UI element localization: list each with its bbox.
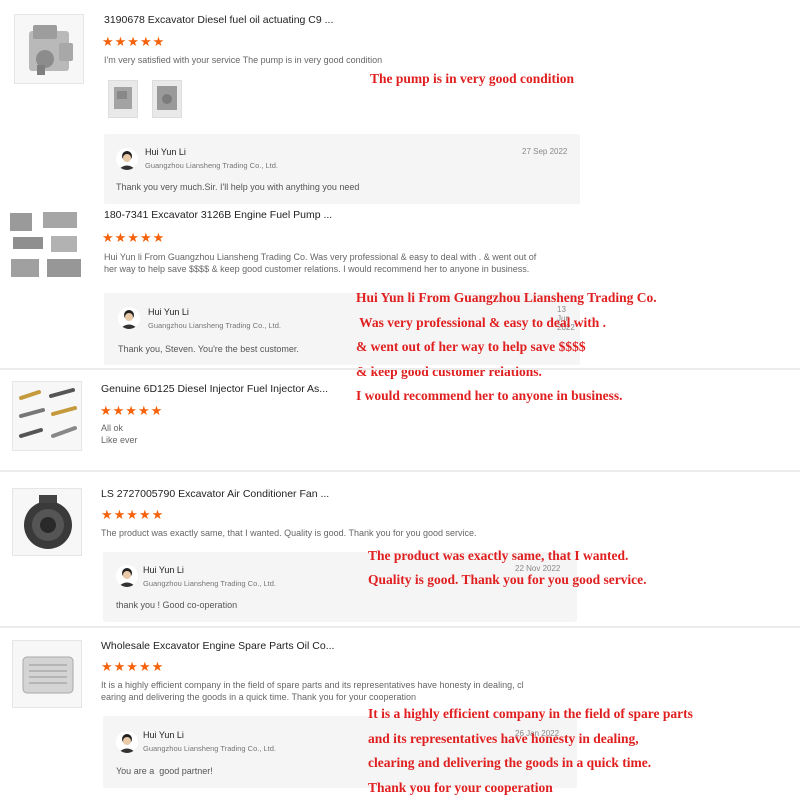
product-image[interactable]	[7, 209, 85, 283]
review-text: I'm very satisfied with your service The…	[104, 55, 383, 65]
seller-name: Hui Yun Li	[143, 730, 184, 740]
divider	[0, 368, 800, 370]
reply-message: Thank you very much.Sir. I'll help you w…	[116, 182, 360, 192]
seller-company: Guangzhou Liansheng Trading Co., Ltd.	[148, 321, 282, 330]
rating-stars: ★★★★★	[101, 659, 165, 674]
seller-name: Hui Yun Li	[143, 565, 184, 575]
divider	[0, 626, 800, 628]
annotation-note: Hui Yun li From Guangzhou Liansheng Trad…	[356, 290, 657, 403]
rating-stars: ★★★★★	[102, 230, 166, 245]
seller-company: Guangzhou Liansheng Trading Co., Ltd.	[143, 744, 277, 753]
product-image[interactable]	[12, 640, 82, 708]
product-image[interactable]	[14, 14, 84, 84]
seller-name: Hui Yun Li	[145, 147, 186, 157]
divider	[0, 470, 800, 472]
product-image[interactable]	[12, 488, 82, 556]
review-text: The product was exactly same, that I wan…	[101, 528, 477, 538]
seller-name: Hui Yun Li	[148, 307, 189, 317]
annotation-note: The product was exactly same, that I wan…	[368, 548, 647, 587]
reply-message: You are a good partner!	[116, 766, 213, 776]
product-title[interactable]: Wholesale Excavator Engine Spare Parts O…	[101, 640, 334, 652]
reply-date: 27 Sep 2022	[522, 147, 568, 156]
seller-reply: Hui Yun Li Guangzhou Liansheng Trading C…	[104, 134, 580, 204]
seller-company: Guangzhou Liansheng Trading Co., Ltd.	[143, 579, 277, 588]
review-text: Hui Yun li From Guangzhou Liansheng Trad…	[104, 252, 537, 274]
reply-message: Thank you, Steven. You're the best custo…	[118, 344, 299, 354]
seller-avatar	[116, 565, 138, 587]
reply-message: thank you ! Good co-operation	[116, 600, 238, 610]
annotation-note: It is a highly efficient company in the …	[368, 706, 693, 795]
review-text: It is a highly efficient company in the …	[101, 680, 524, 702]
seller-avatar	[116, 148, 138, 170]
rating-stars: ★★★★★	[102, 34, 166, 49]
review-text: All ok Like ever	[101, 423, 138, 445]
product-image[interactable]	[12, 381, 82, 451]
annotation-note: The pump is in very good condition	[370, 71, 575, 86]
review-photo[interactable]	[152, 80, 182, 118]
seller-company: Guangzhou Liansheng Trading Co., Ltd.	[145, 161, 279, 170]
product-title[interactable]: 3190678 Excavator Diesel fuel oil actuat…	[104, 14, 333, 26]
seller-avatar	[116, 731, 138, 753]
seller-avatar	[118, 307, 140, 329]
rating-stars: ★★★★★	[100, 403, 164, 418]
product-title[interactable]: 180-7341 Excavator 3126B Engine Fuel Pum…	[104, 209, 332, 221]
rating-stars: ★★★★★	[101, 507, 165, 522]
review-photo[interactable]	[108, 80, 138, 118]
product-title[interactable]: Genuine 6D125 Diesel Injector Fuel Injec…	[101, 383, 328, 395]
product-title[interactable]: LS 2727005790 Excavator Air Conditioner …	[101, 488, 329, 500]
